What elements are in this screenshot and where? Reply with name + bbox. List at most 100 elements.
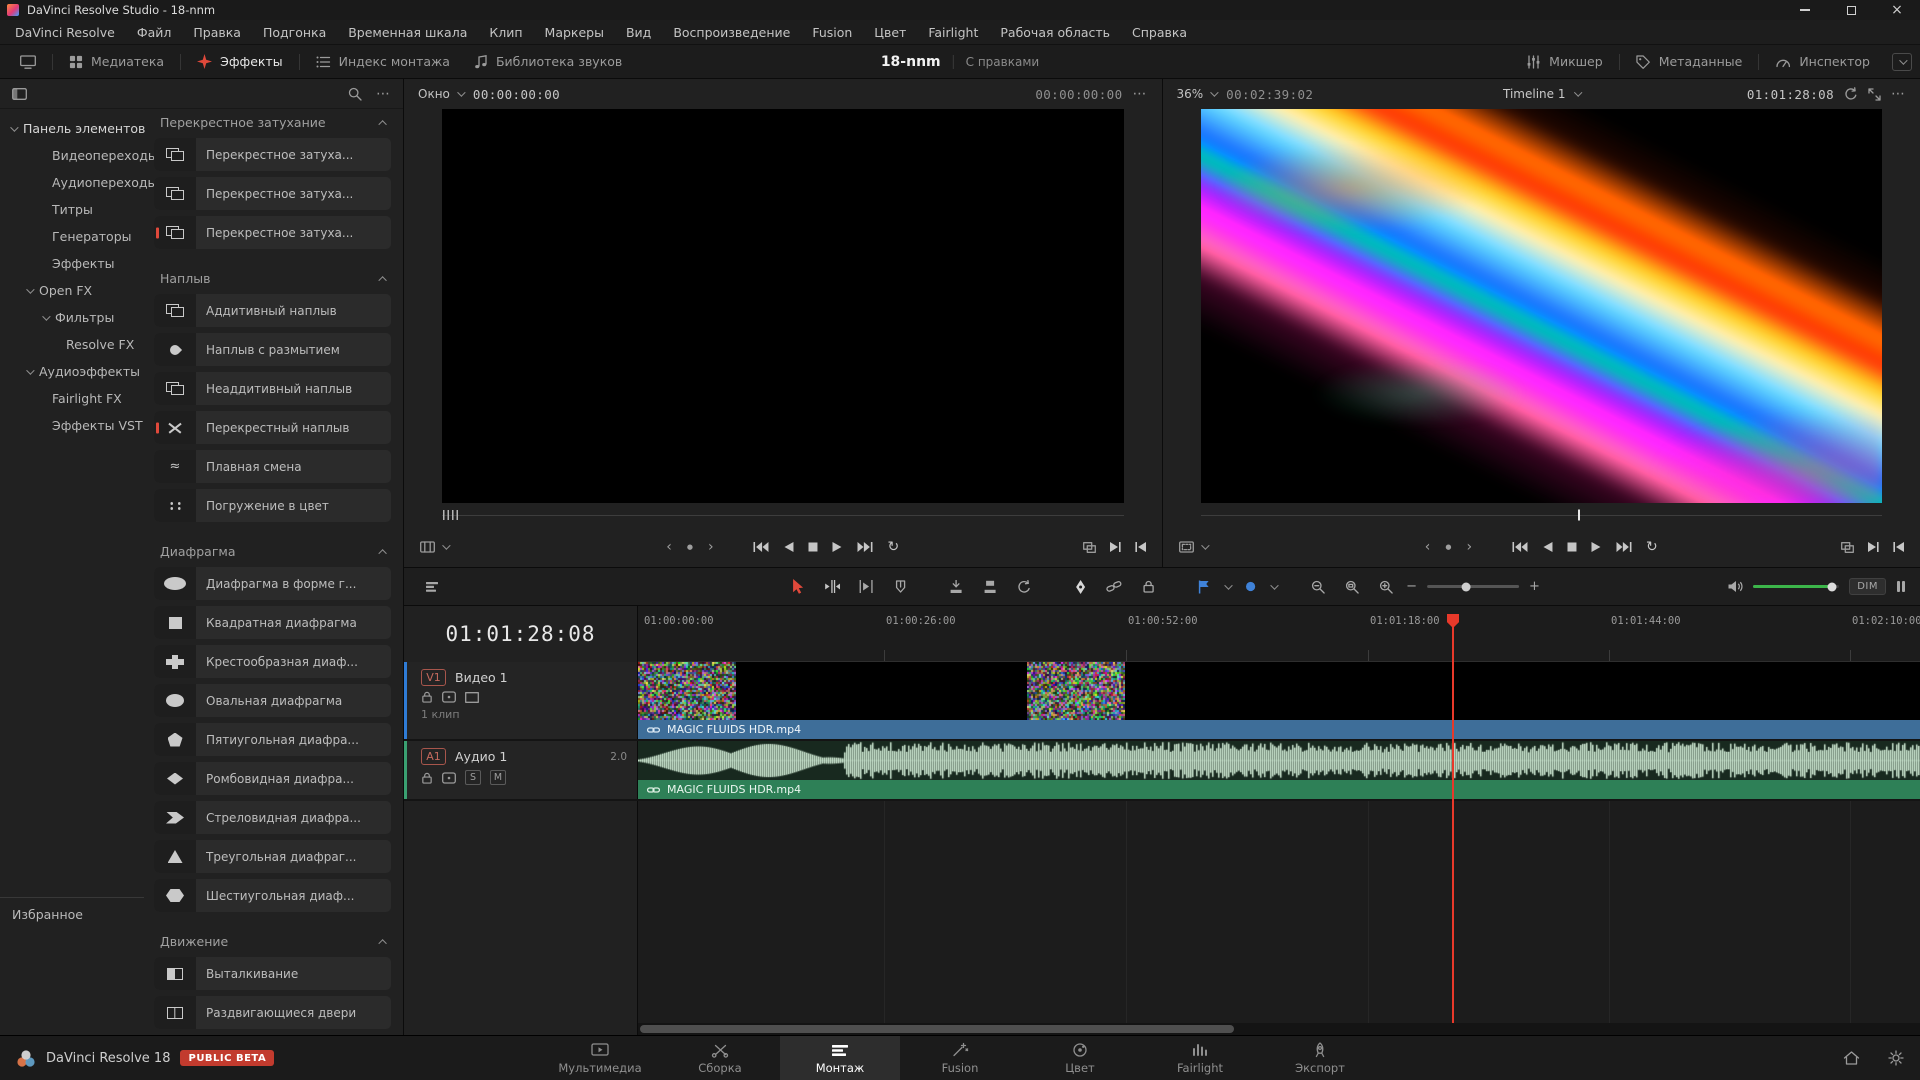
timeline-display-mode-icon[interactable]	[1179, 541, 1194, 553]
media-pool-button[interactable]: Медиатека	[57, 45, 176, 79]
edit-index-button[interactable]: Индекс монтажа	[304, 45, 462, 79]
timeline-jog-bar[interactable]	[1201, 503, 1883, 527]
timeline-canvas[interactable]	[638, 801, 1920, 1035]
previous-edit-icon[interactable]: ‹	[666, 540, 672, 554]
in-point-icon[interactable]	[1135, 542, 1146, 552]
fx-item-iris-arrow[interactable]: Стреловидная диафра...	[154, 801, 391, 834]
tree-item-openfx[interactable]: Open FX	[0, 277, 150, 304]
expand-viewer-icon[interactable]	[1868, 88, 1881, 101]
fx-item-iris-triangle[interactable]: Треугольная диафраг...	[154, 840, 391, 873]
source-mode-dropdown[interactable]: Окно	[418, 87, 463, 101]
source-viewer-canvas[interactable]	[442, 109, 1124, 503]
play-icon[interactable]	[833, 542, 843, 552]
full-extent-zoom-icon[interactable]	[1338, 574, 1366, 600]
fx-item-iris-square[interactable]: Квадратная диафрагма	[154, 606, 391, 639]
zoom-slider-knob[interactable]	[1461, 582, 1470, 591]
project-manager-icon[interactable]	[1843, 1050, 1860, 1066]
sound-library-button[interactable]: Библиотека звуков	[462, 45, 634, 79]
sync-icon[interactable]	[1844, 87, 1858, 101]
video-destination-button[interactable]: V1	[421, 669, 446, 686]
fx-section-cross-dissolve[interactable]: Перекрестное затухание	[160, 115, 387, 130]
fx-item-blur-dissolve[interactable]: Наплыв с размытием	[154, 333, 391, 366]
video-track-lane[interactable]: MAGIC FLUIDS HDR.mp4	[638, 662, 1920, 739]
zoom-out-icon[interactable]: −	[1406, 580, 1417, 593]
marker-dropdown-icon[interactable]	[1270, 581, 1278, 589]
audio-destination-button[interactable]: A1	[421, 748, 446, 765]
first-frame-icon[interactable]	[1512, 542, 1527, 552]
playhead[interactable]	[1452, 614, 1454, 1023]
menu-fusion[interactable]: Fusion	[801, 20, 863, 45]
dynamic-trim-tool[interactable]	[852, 574, 880, 600]
previous-edit-icon[interactable]: ‹	[1425, 540, 1431, 554]
audio-track-lane[interactable]: MAGIC FLUIDS HDR.mp4	[638, 741, 1920, 799]
custom-zoom-icon[interactable]	[1304, 574, 1332, 600]
dual-screen-button[interactable]	[8, 45, 48, 79]
retime-curve-icon[interactable]	[1066, 574, 1094, 600]
page-fairlight[interactable]: Fairlight	[1140, 1036, 1260, 1080]
next-frame-icon[interactable]	[1868, 542, 1879, 552]
settings-gear-icon[interactable]	[1888, 1050, 1904, 1066]
tree-item-toolbox[interactable]: Панель элементов	[0, 115, 150, 142]
zoom-slider[interactable]	[1427, 585, 1519, 588]
menu-workspace[interactable]: Рабочая область	[989, 20, 1121, 45]
video-clip-name-bar[interactable]: MAGIC FLUIDS HDR.mp4	[638, 720, 1920, 739]
fx-item-iris-oval[interactable]: Овальная диафрагма	[154, 684, 391, 717]
mute-button[interactable]: M	[490, 770, 506, 785]
fx-item-dip-to-color[interactable]: Погружение в цвет	[154, 489, 391, 522]
close-button[interactable]: ×	[1874, 0, 1920, 20]
page-edit[interactable]: Монтаж	[780, 1036, 900, 1080]
fx-section-iris[interactable]: Диафрагма	[160, 544, 387, 559]
timeline-name-dropdown[interactable]: Timeline 1	[1503, 87, 1579, 101]
panel-toggle-icon[interactable]	[12, 88, 27, 100]
fx-section-dissolve[interactable]: Наплыв	[160, 271, 387, 286]
timeline-ruler[interactable]: 01:00:00:00 01:00:26:00 01:00:52:00 01:0…	[638, 606, 1920, 662]
tree-item-titles[interactable]: Титры	[0, 196, 150, 223]
meters-icon[interactable]	[1896, 580, 1906, 593]
menu-markers[interactable]: Маркеры	[534, 20, 615, 45]
stop-icon[interactable]	[809, 542, 818, 552]
maximize-button[interactable]	[1828, 0, 1874, 20]
first-frame-icon[interactable]	[754, 542, 769, 552]
dim-button[interactable]: DIM	[1849, 578, 1886, 595]
tree-item-fairlight-fx[interactable]: Fairlight FX	[0, 385, 150, 412]
menu-timeline[interactable]: Временная шкала	[337, 20, 478, 45]
fx-item-cross-dissolve[interactable]: Перекрестный наплыв	[154, 411, 391, 444]
trim-edit-tool[interactable]	[818, 574, 846, 600]
play-reverse-icon[interactable]	[784, 542, 794, 552]
mixer-button[interactable]: Микшер	[1514, 45, 1615, 79]
insert-clip-icon[interactable]	[942, 574, 970, 600]
menu-help[interactable]: Справка	[1121, 20, 1198, 45]
search-icon[interactable]	[348, 87, 362, 101]
zoom-dropdown[interactable]: 36%	[1177, 87, 1217, 101]
next-edit-icon[interactable]: ›	[708, 540, 714, 554]
page-media[interactable]: Мультимедиа	[540, 1036, 660, 1080]
favorites-section[interactable]: Избранное	[0, 897, 144, 931]
empty-track-box-icon[interactable]	[465, 692, 479, 703]
fx-item-push[interactable]: Выталкивание	[154, 957, 391, 990]
stop-icon[interactable]	[1567, 542, 1576, 552]
timeline-viewer-options-icon[interactable]: ⋯	[1891, 86, 1906, 102]
source-display-mode-icon[interactable]	[420, 541, 435, 553]
solo-button[interactable]: S	[465, 770, 481, 785]
next-edit-icon[interactable]: ›	[1466, 540, 1472, 554]
tree-item-filters[interactable]: Фильтры	[0, 304, 150, 331]
video-track-header[interactable]: V1 Видео 1 1 клип	[404, 662, 638, 739]
flag-button[interactable]	[1190, 574, 1218, 600]
overwrite-clip-icon[interactable]	[976, 574, 1004, 600]
play-reverse-icon[interactable]	[1542, 542, 1552, 552]
last-frame-icon[interactable]	[1616, 542, 1631, 552]
page-fusion[interactable]: Fusion	[900, 1036, 1020, 1080]
menu-trim[interactable]: Подгонка	[252, 20, 337, 45]
menu-file[interactable]: Файл	[126, 20, 183, 45]
volume-knob[interactable]	[1828, 582, 1837, 591]
lock-icon[interactable]	[421, 691, 433, 703]
tree-item-video-transitions[interactable]: Видеопереходы	[0, 142, 150, 169]
page-deliver[interactable]: Экспорт	[1260, 1036, 1380, 1080]
flag-dropdown-icon[interactable]	[1224, 581, 1232, 589]
scrollbar-thumb[interactable]	[640, 1025, 1234, 1033]
menu-view[interactable]: Вид	[615, 20, 662, 45]
page-color[interactable]: Цвет	[1020, 1036, 1140, 1080]
menu-edit[interactable]: Правка	[182, 20, 252, 45]
play-icon[interactable]	[1591, 542, 1601, 552]
fx-item-sliding-doors[interactable]: Раздвигающиеся двери	[154, 996, 391, 1029]
